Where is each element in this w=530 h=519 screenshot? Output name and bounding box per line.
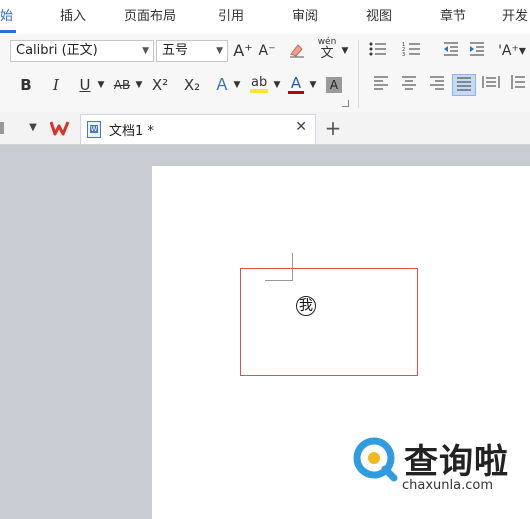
strikethrough-button[interactable]: AB — [110, 74, 134, 96]
subscript-label: X₂ — [183, 76, 201, 94]
tab-page-layout[interactable]: 页面布局 — [124, 0, 176, 34]
distributed-align-icon[interactable] — [480, 74, 502, 96]
svg-text:ab: ab — [251, 75, 267, 90]
phonetic-char: 文 — [320, 46, 334, 61]
chevron-down-icon[interactable]: ▼ — [96, 74, 106, 96]
grow-font-label: A⁺ — [233, 41, 253, 60]
font-color-button[interactable]: A — [286, 72, 306, 94]
align-right-icon[interactable] — [426, 74, 448, 96]
justify-icon[interactable] — [452, 74, 476, 96]
chevron-down-icon[interactable]: ▼ — [340, 40, 350, 62]
font-dialog-launcher-icon[interactable] — [342, 100, 349, 107]
font-size-select[interactable]: 五号 ▼ — [156, 40, 228, 62]
enclosed-character-text: 我 — [299, 298, 313, 314]
font-color-swatch — [288, 91, 304, 94]
italic-button[interactable]: I — [46, 74, 66, 96]
shrink-font-label: A⁻ — [258, 43, 276, 59]
tab-developer[interactable]: 开发 — [502, 0, 528, 34]
tab-view[interactable]: 视图 — [366, 0, 392, 34]
chevron-down-icon[interactable]: ▼ — [272, 74, 282, 96]
superscript-button[interactable]: X² — [148, 74, 172, 96]
chevron-down-icon[interactable]: ▼ — [134, 74, 144, 96]
wps-logo-icon[interactable] — [49, 118, 72, 138]
italic-label: I — [53, 76, 59, 94]
watermark-url: chaxunla.com — [402, 478, 493, 493]
magnifier-logo-icon — [353, 437, 398, 482]
increase-indent-icon[interactable] — [466, 40, 488, 62]
scroll-handle-icon[interactable] — [0, 122, 4, 134]
text-effect-icon[interactable]: Ａ — [212, 74, 232, 96]
grow-font-button[interactable]: A⁺ — [233, 40, 253, 62]
decrease-indent-icon[interactable] — [440, 40, 462, 62]
active-tab-indicator — [0, 30, 16, 33]
tab-review[interactable]: 审阅 — [292, 0, 318, 34]
character-spacing-button[interactable]: 'A⁺▾ — [498, 40, 526, 62]
underline-button[interactable]: U — [74, 74, 96, 96]
font-family-value: Calibri (正文) — [16, 43, 98, 58]
font-family-select[interactable]: Calibri (正文) ▼ — [10, 40, 154, 62]
document-tab-title: 文档1 * — [109, 124, 154, 139]
close-tab-icon[interactable]: ✕ — [295, 119, 307, 135]
underline-label: U — [79, 76, 91, 94]
highlight-icon[interactable]: ab — [248, 72, 270, 94]
font-size-value: 五号 — [162, 43, 189, 58]
numbered-list-icon[interactable]: 123 — [400, 40, 426, 62]
strike-label: AB — [113, 78, 131, 92]
enclosed-character[interactable]: 我 — [296, 296, 316, 316]
font-color-letter: A — [290, 74, 302, 92]
bold-label: B — [20, 76, 32, 94]
bullet-list-icon[interactable] — [366, 40, 392, 62]
tab-section[interactable]: 章节 — [440, 0, 466, 34]
svg-text:3: 3 — [402, 52, 405, 58]
chevron-down-icon[interactable]: ▼ — [232, 74, 242, 96]
align-left-icon[interactable] — [370, 74, 392, 96]
char-shading-icon[interactable]: A — [324, 74, 344, 96]
watermark-brand: 查询啦 — [404, 442, 509, 482]
tab-menu-chevron-icon[interactable]: ▼ — [24, 118, 42, 138]
chevron-down-icon: ▼ — [142, 46, 149, 56]
tab-start[interactable]: 始 — [0, 0, 13, 34]
chevron-down-icon: ▼ — [216, 46, 223, 56]
ribbon-tab-bar: 始 插入 页面布局 引用 审阅 视图 章节 开发 — [0, 0, 530, 35]
phonetic-guide-button[interactable]: wén 文 — [316, 36, 338, 66]
subscript-button[interactable]: X₂ — [180, 74, 204, 96]
document-icon: W — [87, 121, 101, 138]
line-spacing-icon[interactable] — [508, 74, 528, 96]
tab-references[interactable]: 引用 — [218, 0, 244, 34]
clear-format-icon[interactable] — [286, 40, 308, 62]
chevron-down-icon[interactable]: ▼ — [308, 74, 318, 96]
tab-insert[interactable]: 插入 — [60, 0, 86, 34]
ribbon-home: Calibri (正文) ▼ 五号 ▼ A⁺ A⁻ wén 文 ▼ 123 'A… — [0, 34, 530, 113]
superscript-label: X² — [151, 76, 169, 94]
align-center-icon[interactable] — [398, 74, 420, 96]
new-tab-plus-icon[interactable]: + — [322, 116, 344, 140]
shrink-font-button[interactable]: A⁻ — [257, 40, 277, 62]
text-frame-highlight — [240, 268, 418, 376]
divider — [358, 40, 359, 108]
document-tab[interactable]: W 文档1 * ✕ — [80, 114, 316, 144]
bold-button[interactable]: B — [16, 74, 36, 96]
